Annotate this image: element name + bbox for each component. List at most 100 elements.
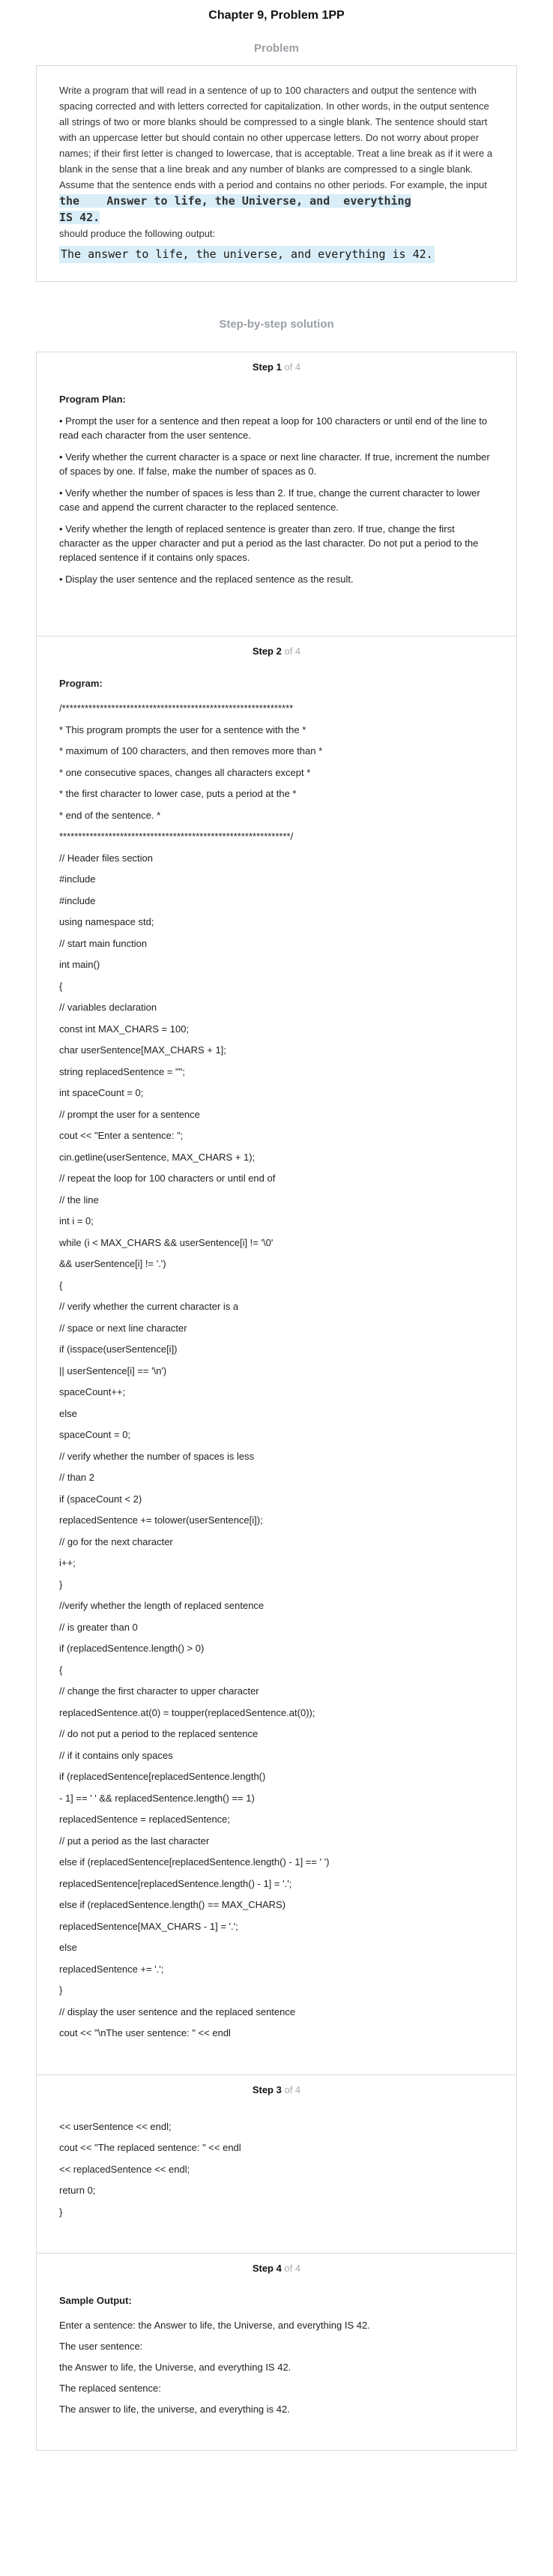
step-of: of 4 xyxy=(284,361,301,373)
code-line: // variables declaration xyxy=(59,1002,157,1013)
output-line: Enter a sentence: the Answer to life, th… xyxy=(59,2320,370,2331)
code-line: else xyxy=(59,1407,77,1419)
code-line: if (replacedSentence[replacedSentence.le… xyxy=(59,1771,266,1782)
code-line: { xyxy=(59,980,63,992)
code-line: #include xyxy=(59,873,96,885)
code-line: // do not put a period to the replaced s… xyxy=(59,1728,259,1739)
code-line: else xyxy=(59,1942,77,1953)
code-line: #include xyxy=(59,894,96,906)
code-line: * end of the sentence. * xyxy=(59,809,161,821)
code-line: - 1] == ' ' && replacedSentence.length()… xyxy=(59,1792,255,1804)
step-label: Step 4 xyxy=(252,2263,282,2274)
code-line: || userSentence[i] == '\n') xyxy=(59,1364,167,1376)
code-line: // if it contains only spaces xyxy=(59,1749,173,1761)
step-4: Step 4 of 4 Sample Output: Enter a sente… xyxy=(37,2254,516,2450)
code-line: int spaceCount = 0; xyxy=(59,1087,144,1098)
step-label: Step 3 xyxy=(252,2083,282,2095)
code-line: while (i < MAX_CHARS && userSentence[i] … xyxy=(59,1236,274,1248)
code-line: * one consecutive spaces, changes all ch… xyxy=(59,766,311,778)
code-line: char userSentence[MAX_CHARS + 1]; xyxy=(59,1044,226,1056)
code-line: // change the first character to upper c… xyxy=(59,1685,259,1697)
code-line: cout << "Enter a sentence: "; xyxy=(59,1130,184,1141)
plan-bullet: • Display the user sentence and the repl… xyxy=(59,574,354,585)
solution-label: Step-by-step solution xyxy=(219,318,334,331)
code-line: /***************************************… xyxy=(59,702,294,714)
code-line: // than 2 xyxy=(59,1472,94,1483)
code-line: // go for the next character xyxy=(59,1535,173,1547)
step-1: Step 1 of 4 Program Plan: • Prompt the u… xyxy=(37,352,516,637)
code-line: return 0; xyxy=(59,2185,96,2196)
code-line: int main() xyxy=(59,959,100,970)
code-line: //verify whether the length of replaced … xyxy=(59,1600,265,1611)
step-header: Step 4 of 4 xyxy=(59,2263,494,2274)
problem-card: Write a program that will read in a sent… xyxy=(36,65,517,282)
solution-card: Step 1 of 4 Program Plan: • Prompt the u… xyxy=(36,352,517,2451)
code-line: replacedSentence += tolower(userSentence… xyxy=(59,1514,263,1526)
code-line: string replacedSentence = ""; xyxy=(59,1065,185,1077)
code-line: // Header files section xyxy=(59,852,154,864)
problem-text: Write a program that will read in a sent… xyxy=(59,85,493,190)
step-header: Step 2 of 4 xyxy=(59,645,494,657)
plan-bullet: • Verify whether the length of replaced … xyxy=(59,523,479,563)
page: Chapter 9, Problem 1PP Problem Write a p… xyxy=(0,0,553,2469)
code-line: cout << "The replaced sentence: " << end… xyxy=(59,2142,241,2153)
code-line: replacedSentence = replacedSentence; xyxy=(59,1814,231,1825)
code-line: using namespace std; xyxy=(59,916,154,927)
plan-bullet: • Prompt the user for a sentence and the… xyxy=(59,415,488,441)
output-line: The user sentence: xyxy=(59,2341,143,2352)
code-listing: /***************************************… xyxy=(59,698,494,2044)
code-line: if (replacedSentence.length() > 0) xyxy=(59,1643,205,1654)
code-line: * maximum of 100 characters, and then re… xyxy=(59,745,323,756)
output-example: The answer to life, the universe, and ev… xyxy=(59,246,435,263)
code-line: && userSentence[i] != '.') xyxy=(59,1258,166,1269)
code-line: int i = 0; xyxy=(59,1215,94,1227)
code-line: // is greater than 0 xyxy=(59,1621,138,1633)
code-line: spaceCount++; xyxy=(59,1386,126,1397)
step-header: Step 3 of 4 xyxy=(59,2084,494,2095)
code-line: if (spaceCount < 2) xyxy=(59,1493,142,1505)
code-line: // prompt the user for a sentence xyxy=(59,1108,200,1120)
code-line: replacedSentence += '.'; xyxy=(59,1963,164,1975)
code-line: if (isspace(userSentence[i]) xyxy=(59,1343,178,1355)
page-title: Chapter 9, Problem 1PP xyxy=(208,9,345,22)
code-line: } xyxy=(59,2206,63,2218)
code-line: // space or next line character xyxy=(59,1322,187,1334)
step-heading: Sample Output: xyxy=(59,2295,132,2306)
code-line: } xyxy=(59,1578,63,1590)
step-heading: Program: xyxy=(59,678,103,689)
step-of: of 4 xyxy=(284,2083,301,2095)
code-line: << replacedSentence << endl; xyxy=(59,2163,190,2175)
step-3: Step 3 of 4 << userSentence << endl; cout… xyxy=(37,2075,516,2254)
step-2: Step 2 of 4 Program: /******************… xyxy=(37,637,516,2075)
sample-output: Enter a sentence: the Answer to life, th… xyxy=(59,2315,494,2420)
step-label: Step 1 xyxy=(252,361,282,373)
code-line: // start main function xyxy=(59,937,148,949)
code-line: replacedSentence[MAX_CHARS - 1] = '.'; xyxy=(59,1920,238,1932)
code-line: * the first character to lower case, put… xyxy=(59,788,297,799)
plan-bullet: • Verify whether the number of spaces is… xyxy=(59,487,480,513)
code-line: else if (replacedSentence.length() == MA… xyxy=(59,1899,286,1910)
code-line: } xyxy=(59,1984,63,1996)
code-line: spaceCount = 0; xyxy=(59,1429,131,1440)
output-line: The answer to life, the universe, and ev… xyxy=(59,2404,290,2415)
code-line: cin.getline(userSentence, MAX_CHARS + 1)… xyxy=(59,1151,256,1163)
code-line: ****************************************… xyxy=(59,831,294,842)
step-of: of 4 xyxy=(284,645,301,657)
code-line: * This program prompts the user for a se… xyxy=(59,723,306,735)
code-line: // repeat the loop for 100 characters or… xyxy=(59,1173,276,1184)
code-line: // verify whether the number of spaces i… xyxy=(59,1450,255,1462)
input-example: the Answer to life, the Universe, and ev… xyxy=(59,194,411,224)
code-line: replacedSentence.at(0) = toupper(replace… xyxy=(59,1706,315,1718)
code-line: // verify whether the current character … xyxy=(59,1301,239,1312)
code-line: // the line xyxy=(59,1194,99,1206)
code-line: cout << "\nThe user sentence: " << endl xyxy=(59,2027,231,2038)
code-listing: << userSentence << endl; cout << "The rep… xyxy=(59,2116,494,2224)
step-header: Step 1 of 4 xyxy=(59,361,494,373)
output-line: the Answer to life, the Universe, and ev… xyxy=(59,2362,291,2373)
step-of: of 4 xyxy=(284,2263,301,2274)
problem-mid-text: should produce the following output: xyxy=(59,228,216,239)
code-line: replacedSentence[replacedSentence.length… xyxy=(59,1877,292,1889)
code-line: // put a period as the last character xyxy=(59,1835,210,1847)
code-line: i++; xyxy=(59,1557,76,1568)
code-line: { xyxy=(59,1664,63,1676)
